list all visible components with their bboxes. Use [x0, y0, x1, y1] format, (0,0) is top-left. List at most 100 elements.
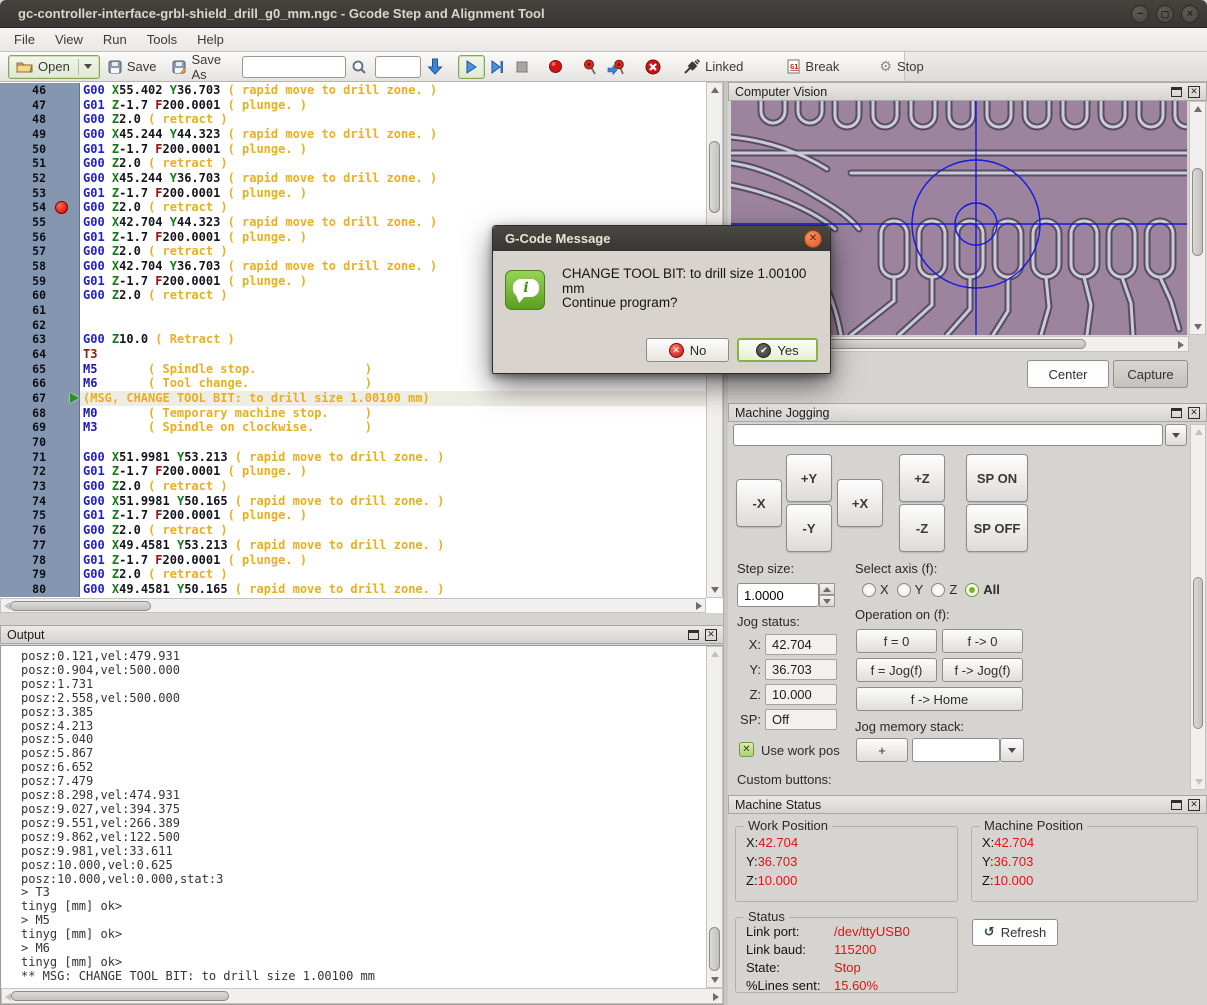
jog-memory-combo[interactable] — [912, 738, 1000, 762]
output-horizontal-scrollbar[interactable] — [1, 988, 723, 1004]
code-line[interactable]: 72 G01 Z-1.7 F200.0001 ( plunge. ) — [0, 464, 706, 480]
code-line[interactable]: 76 G00 Z2.0 ( retract ) — [0, 523, 706, 538]
line-number-gutter[interactable]: 76 — [0, 523, 80, 538]
line-number-gutter[interactable]: 71 — [0, 449, 80, 465]
line-number-gutter[interactable]: 47 — [0, 97, 80, 113]
line-number-gutter[interactable]: 64 — [0, 347, 80, 362]
search-input[interactable] — [242, 55, 347, 78]
code-line[interactable]: 50 G01 Z-1.7 F200.0001 ( plunge. ) — [0, 141, 706, 157]
jog-x-plus-button[interactable]: +X — [837, 479, 883, 527]
axis-radio-y[interactable]: Y — [896, 582, 923, 597]
jog-command-combo-input[interactable] — [733, 424, 1163, 446]
code-line[interactable]: 53 G01 Z-1.7 F200.0001 ( plunge. ) — [0, 185, 706, 201]
float-panel-icon[interactable] — [1171, 407, 1182, 418]
line-number-gutter[interactable]: 57 — [0, 244, 80, 260]
code-line[interactable]: 78 G01 Z-1.7 F200.0001 ( plunge. ) — [0, 552, 706, 568]
close-panel-icon[interactable]: ✕ — [1188, 798, 1200, 811]
run-play-button[interactable] — [458, 54, 486, 79]
jogging-vertical-scrollbar[interactable] — [1190, 424, 1206, 790]
axis-radio-all[interactable]: All — [965, 582, 1000, 597]
line-number-gutter[interactable]: 60 — [0, 288, 80, 304]
save-button[interactable]: Save — [100, 55, 165, 79]
spindle-off-button[interactable]: SP OFF — [966, 504, 1028, 552]
code-line[interactable]: 66 M6 ( Tool change. ) — [0, 376, 706, 392]
line-number-gutter[interactable]: 59 — [0, 273, 80, 289]
jog-z-plus-button[interactable]: +Z — [899, 454, 945, 502]
line-number-gutter[interactable]: 54 — [0, 200, 80, 216]
output-vscroll-thumb[interactable] — [709, 927, 720, 971]
editor-vscroll-thumb[interactable] — [709, 141, 720, 213]
pause-stop-button[interactable] — [510, 55, 534, 79]
line-number-gutter[interactable]: 63 — [0, 332, 80, 348]
open-dropdown[interactable] — [77, 58, 92, 75]
line-number-gutter[interactable]: 52 — [0, 171, 80, 186]
editor-hscroll-thumb[interactable] — [10, 600, 151, 611]
line-number-gutter[interactable]: 55 — [0, 215, 80, 230]
line-number-gutter[interactable]: 75 — [0, 508, 80, 524]
float-panel-icon[interactable] — [688, 629, 699, 640]
output-console[interactable]: posz:0.121,vel:479.931 posz:0.904,vel:500… — [0, 645, 724, 1005]
close-button[interactable]: × — [1181, 5, 1199, 23]
window-titlebar[interactable]: gc-controller-interface-grbl-shield_dril… — [0, 0, 1207, 28]
line-number-gutter[interactable]: 78 — [0, 552, 80, 568]
axis-radio-z[interactable]: Z — [931, 582, 957, 597]
dialog-yes-button[interactable]: ✔ Yes — [737, 338, 818, 362]
cancel-button[interactable] — [639, 55, 667, 79]
radio-icon[interactable] — [896, 582, 911, 597]
axis-radio-x[interactable]: X — [862, 582, 889, 597]
jog-memory-dropdown[interactable] — [1000, 738, 1024, 762]
line-number-gutter[interactable]: 66 — [0, 376, 80, 392]
op-f-to-jog-button[interactable]: f -> Jog(f) — [942, 658, 1023, 682]
code-line[interactable]: 47 G01 Z-1.7 F200.0001 ( plunge. ) — [0, 97, 706, 113]
line-number-gutter[interactable]: 80 — [0, 581, 80, 597]
line-number-gutter[interactable]: 49 — [0, 127, 80, 142]
code-line[interactable]: 73 G00 Z2.0 ( retract ) — [0, 479, 706, 494]
menu-item-view[interactable]: View — [45, 29, 93, 50]
jogging-vscroll-thumb[interactable] — [1193, 577, 1203, 729]
horizontal-splitter[interactable] — [0, 613, 724, 625]
jog-command-combo-dropdown[interactable] — [1165, 424, 1187, 446]
line-number-gutter[interactable]: 65 — [0, 361, 80, 377]
code-line[interactable]: 54 G00 Z2.0 ( retract ) — [0, 200, 706, 216]
radio-icon[interactable] — [931, 582, 946, 597]
set-pin-button[interactable] — [577, 55, 602, 79]
step-size-spin-up[interactable] — [819, 583, 835, 595]
line-number-gutter[interactable]: 73 — [0, 479, 80, 494]
line-number-gutter[interactable]: 61 — [0, 303, 80, 318]
menu-item-tools[interactable]: Tools — [137, 29, 187, 50]
code-line[interactable]: 67 (MSG, CHANGE TOOL BIT: to drill size 1… — [0, 391, 706, 406]
op-f-to-0-button[interactable]: f -> 0 — [942, 629, 1023, 653]
line-number-gutter[interactable]: 58 — [0, 259, 80, 274]
menu-item-help[interactable]: Help — [187, 29, 234, 50]
line-number-gutter[interactable]: 46 — [0, 83, 80, 98]
break-button[interactable]: G1 Break — [779, 55, 847, 79]
jog-x-minus-button[interactable]: -X — [736, 479, 782, 527]
jog-field-value-x[interactable]: 42.704 — [765, 634, 837, 655]
stop-machine-button[interactable]: ⚙ Stop — [871, 55, 931, 79]
search-button[interactable] — [346, 55, 372, 79]
radio-icon[interactable] — [965, 582, 980, 597]
code-line[interactable]: 80 G00 X49.4581 Y50.165 ( rapid move to d… — [0, 581, 706, 597]
spindle-on-button[interactable]: SP ON — [966, 454, 1028, 502]
line-number-gutter[interactable]: 69 — [0, 420, 80, 436]
jog-field-value-z[interactable]: 10.000 — [765, 684, 837, 705]
line-number-gutter[interactable]: 62 — [0, 317, 80, 333]
close-panel-icon[interactable]: ✕ — [705, 628, 717, 641]
step-size-input[interactable] — [737, 583, 819, 607]
line-number-gutter[interactable]: 67 — [0, 391, 80, 406]
dialog-close-button[interactable]: ✕ — [804, 229, 822, 248]
menu-item-run[interactable]: Run — [93, 29, 137, 50]
cv-center-button[interactable]: Center — [1027, 360, 1109, 388]
op-f-eq-0-button[interactable]: f = 0 — [856, 629, 937, 653]
close-panel-icon[interactable]: ✕ — [1188, 85, 1200, 98]
step-size-spin-down[interactable] — [819, 595, 835, 607]
goto-pin-button[interactable] — [602, 55, 631, 79]
jog-y-minus-button[interactable]: -Y — [786, 504, 832, 552]
code-line[interactable]: 75 G01 Z-1.7 F200.0001 ( plunge. ) — [0, 508, 706, 524]
dialog-no-button[interactable]: ✕ No — [646, 338, 729, 362]
cv-vscroll-thumb[interactable] — [1192, 168, 1203, 256]
menu-item-file[interactable]: File — [4, 29, 45, 50]
close-panel-icon[interactable]: ✕ — [1188, 406, 1200, 419]
code-line[interactable]: 46 G00 X55.402 Y36.703 ( rapid move to dr… — [0, 83, 706, 98]
line-number-gutter[interactable]: 56 — [0, 229, 80, 245]
